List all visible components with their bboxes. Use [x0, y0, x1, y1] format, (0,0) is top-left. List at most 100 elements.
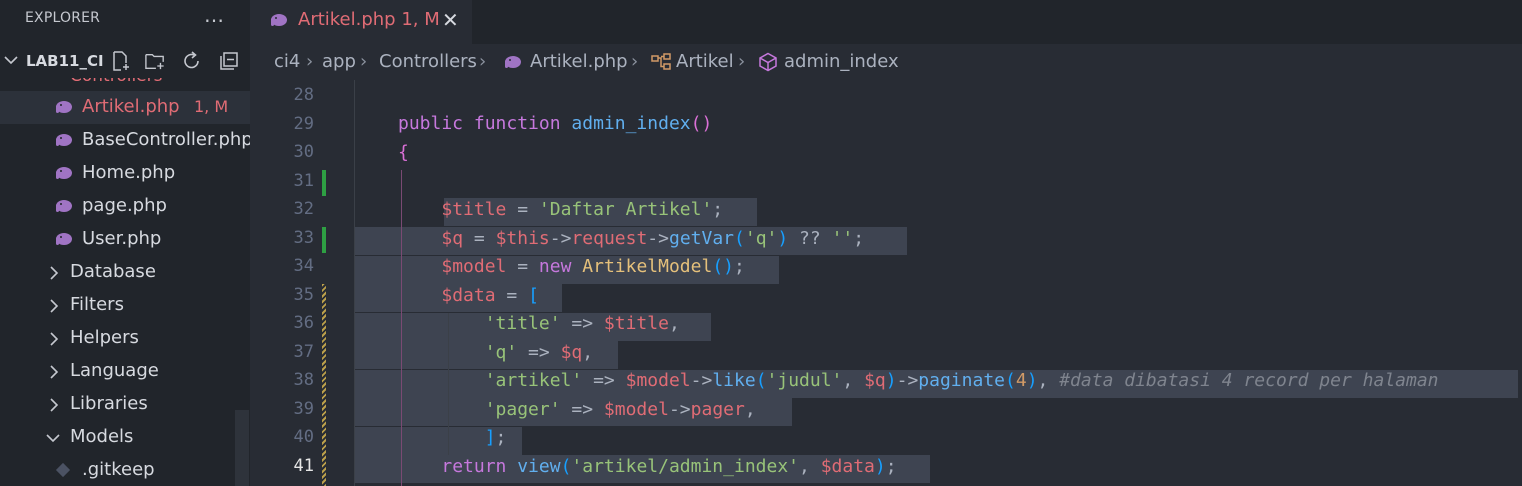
folder-helpers[interactable]: Helpers [0, 322, 250, 355]
file-label: Artikel.php [82, 96, 180, 117]
folder-label: Language [70, 360, 159, 381]
code-line: 'pager' => $model->pager, [484, 399, 756, 420]
breadcrumb: ci4 › app › Controllers › Artikel.php › … [250, 44, 1522, 80]
php-elephant-icon [56, 233, 72, 245]
git-modified-marker [322, 284, 326, 486]
breadcrumb-app[interactable]: app [322, 51, 356, 72]
indent-guide [354, 80, 355, 486]
file-label: page.php [82, 195, 167, 216]
file-status-badge: 1, M [194, 97, 229, 116]
line-number: 36 [293, 313, 314, 333]
breadcrumb-class[interactable]: Artikel [676, 51, 734, 72]
php-elephant-icon [271, 14, 287, 26]
tab-artikel-php[interactable]: Artikel.php 1, M ✕ [250, 0, 472, 44]
folder-libraries[interactable]: Libraries [0, 388, 250, 421]
line-number: 29 [293, 114, 314, 134]
breadcrumb-ci4[interactable]: ci4 [274, 51, 300, 72]
breadcrumb-separator: › [306, 51, 314, 72]
class-symbol-icon [651, 53, 671, 70]
folder-language[interactable]: Language [0, 355, 250, 388]
file-basecontroller-php[interactable]: BaseController.php [0, 124, 250, 157]
method-cube-icon [759, 52, 777, 72]
code-line: $data = [ [441, 285, 539, 306]
code-line: return view('artikel/admin_index', $data… [441, 456, 897, 477]
folder-label: Database [70, 261, 156, 282]
line-number-active: 41 [293, 456, 314, 476]
git-added-marker [322, 227, 326, 253]
file-label: Home.php [82, 162, 176, 183]
code-line: $q = $this->request->getVar('q') ?? ''; [441, 228, 865, 249]
chevron-right-icon [50, 299, 59, 313]
explorer-sidebar: EXPLORER … Controllers LAB11_CI Artikel.… [0, 0, 250, 486]
code-line: { [398, 142, 409, 163]
code-line: 'artikel' => $model->like('judul', $q)->… [484, 370, 1439, 391]
chevron-right-icon [50, 266, 59, 280]
breadcrumb-separator: › [738, 51, 746, 72]
folder-label: Libraries [70, 393, 148, 414]
chevron-right-icon [50, 398, 59, 412]
file-artikel-php[interactable]: Artikel.php 1, M [0, 91, 250, 124]
breadcrumb-file[interactable]: Artikel.php [530, 51, 628, 72]
explorer-header: EXPLORER … [0, 0, 250, 40]
line-number: 32 [293, 199, 314, 219]
line-number: 38 [293, 370, 314, 390]
code-line: ]; [484, 427, 507, 448]
php-elephant-icon [56, 134, 72, 146]
line-number: 28 [293, 85, 314, 105]
project-root[interactable]: LAB11_CI [0, 44, 250, 78]
close-icon[interactable]: ✕ [442, 8, 459, 32]
explorer-title: EXPLORER [25, 10, 101, 26]
file-user-php[interactable]: User.php [0, 223, 250, 256]
folder-models[interactable]: Models [0, 421, 250, 454]
file-label: User.php [82, 228, 162, 249]
more-actions-icon[interactable]: … [204, 3, 224, 27]
collapse-all-icon[interactable] [219, 51, 239, 71]
breadcrumb-separator: › [360, 51, 368, 72]
folder-label: Filters [70, 294, 124, 315]
line-number: 40 [293, 427, 314, 447]
line-number: 30 [293, 142, 314, 162]
file-page-php[interactable]: page.php [0, 190, 250, 223]
project-name: LAB11_CI [26, 52, 104, 70]
line-number: 31 [293, 171, 314, 191]
php-elephant-icon [56, 167, 72, 179]
folder-label: Models [70, 426, 134, 447]
line-number: 34 [293, 256, 314, 276]
breadcrumb-separator: › [631, 51, 639, 72]
folder-database[interactable]: Database [0, 256, 250, 289]
folder-label: Helpers [70, 327, 139, 348]
php-elephant-icon [505, 56, 521, 68]
folder-filters[interactable]: Filters [0, 289, 250, 322]
new-file-icon[interactable] [111, 51, 131, 71]
breadcrumb-controllers[interactable]: Controllers [379, 51, 477, 72]
chevron-right-icon [50, 332, 59, 346]
breadcrumb-method[interactable]: admin_index [784, 51, 899, 72]
code-line: 'q' => $q, [484, 342, 594, 363]
line-number: 33 [293, 228, 314, 248]
chevron-down-icon [46, 434, 60, 443]
chevron-down-icon [4, 56, 18, 65]
code-line: $model = new ArtikelModel(); [441, 256, 745, 277]
editor-tab-bar: Artikel.php 1, M ✕ [250, 0, 1522, 44]
code-line: $title = 'Daftar Artikel'; [441, 199, 724, 220]
php-elephant-icon [56, 200, 72, 212]
php-elephant-icon [56, 101, 72, 113]
file-label: .gitkeep [82, 459, 155, 480]
code-editor[interactable]: 28 29 30 31 32 33 34 35 36 37 38 39 40 4… [250, 80, 1522, 486]
chevron-right-icon [50, 365, 59, 379]
breadcrumb-separator: › [479, 51, 487, 72]
tab-label: Artikel.php 1, M [298, 9, 440, 30]
new-folder-icon[interactable] [145, 51, 165, 71]
git-icon [55, 462, 71, 478]
file-home-php[interactable]: Home.php [0, 157, 250, 190]
code-line: public function admin_index() [398, 113, 713, 134]
line-number: 39 [293, 399, 314, 419]
file-label: BaseController.php [82, 129, 250, 150]
line-number: 35 [293, 285, 314, 305]
sidebar-scrollbar[interactable] [235, 410, 249, 486]
git-added-marker [322, 170, 326, 196]
refresh-icon[interactable] [182, 51, 202, 71]
line-number: 37 [293, 342, 314, 362]
code-line: 'title' => $title, [484, 313, 680, 334]
file-gitkeep[interactable]: .gitkeep [0, 454, 250, 486]
